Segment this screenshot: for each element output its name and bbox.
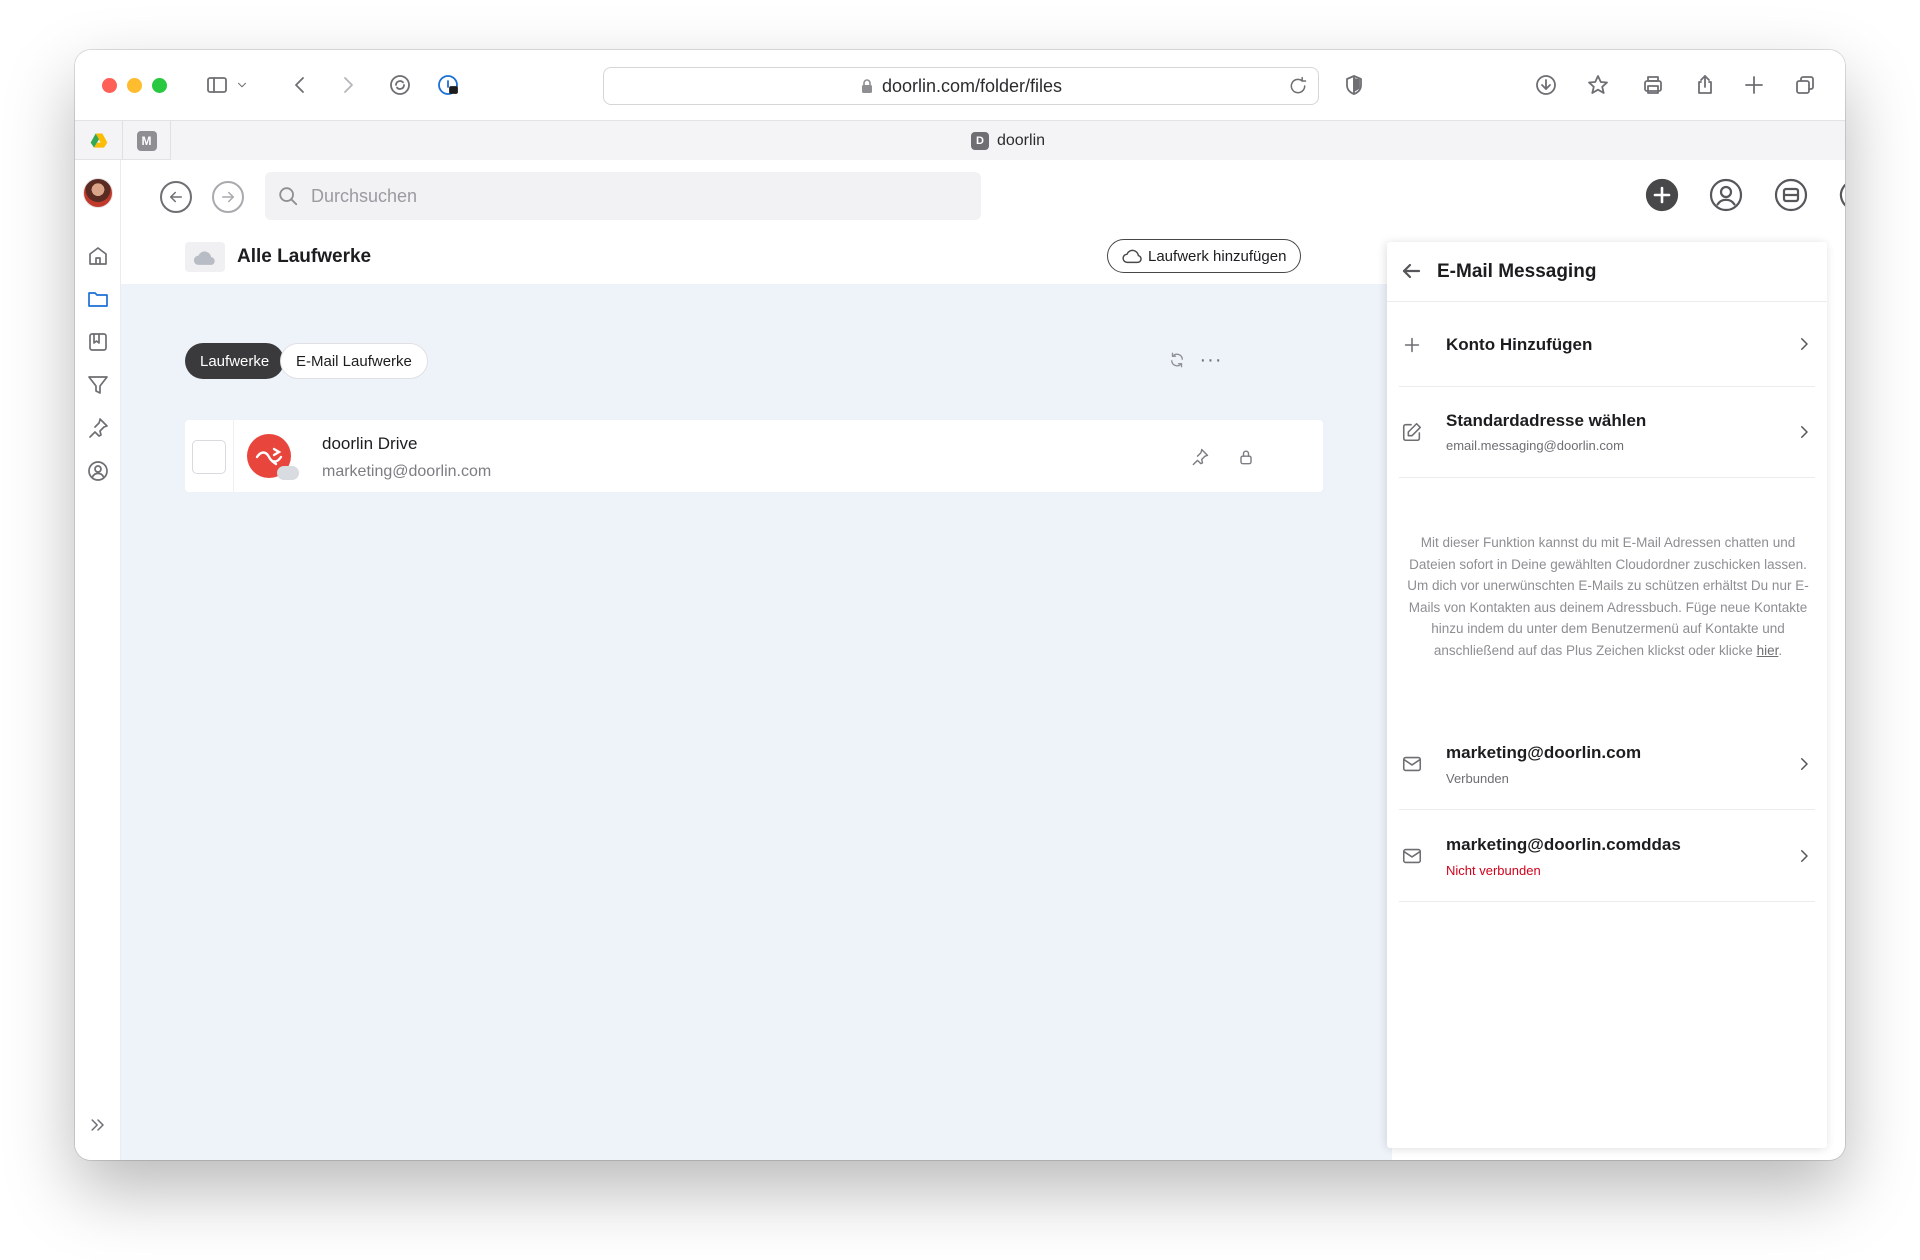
url-text: doorlin.com/folder/files bbox=[881, 75, 1063, 96]
default-address-item[interactable]: Standardadresse wählen email.messaging@d… bbox=[1399, 387, 1815, 478]
reload-icon[interactable] bbox=[1288, 76, 1308, 96]
notebook-icon[interactable] bbox=[84, 328, 112, 356]
avatar[interactable] bbox=[83, 178, 113, 208]
back-arrow-icon[interactable] bbox=[1399, 259, 1425, 285]
chat-icon[interactable] bbox=[1835, 175, 1845, 215]
row-divider bbox=[233, 420, 234, 492]
account-item-disconnected[interactable]: marketing@doorlin.comddas Nicht verbunde… bbox=[1399, 810, 1815, 902]
panel-title: E-Mail Messaging bbox=[1437, 261, 1597, 282]
add-account-label: Konto Hinzufügen bbox=[1446, 335, 1593, 354]
chevron-right-icon bbox=[1795, 423, 1815, 443]
tab-overview-icon[interactable] bbox=[1790, 70, 1820, 100]
nav-back-button[interactable] bbox=[160, 181, 192, 213]
close-window-button[interactable] bbox=[102, 78, 117, 93]
drive-row[interactable]: doorlin Drive marketing@doorlin.com bbox=[185, 420, 1323, 492]
search-bar bbox=[265, 172, 981, 220]
account-email: marketing@doorlin.comddas bbox=[1446, 835, 1681, 854]
account-status: Nicht verbunden bbox=[1446, 863, 1541, 878]
description-end: . bbox=[1778, 642, 1783, 658]
print-icon[interactable] bbox=[1638, 70, 1668, 100]
add-account-item[interactable]: Konto Hinzufügen bbox=[1399, 302, 1815, 387]
left-nav bbox=[75, 160, 121, 1160]
app: Alle Laufwerke Laufwerk hinzufügen Laufw… bbox=[75, 160, 1845, 1160]
mail-icon bbox=[1399, 843, 1425, 869]
tab-favicon: D bbox=[970, 131, 989, 150]
privacy-report-icon[interactable] bbox=[385, 70, 415, 100]
back-arrow-icon[interactable] bbox=[285, 70, 315, 100]
chevron-right-icon bbox=[1795, 755, 1815, 775]
account-email: marketing@doorlin.com bbox=[1446, 743, 1642, 762]
google-drive-icon bbox=[90, 133, 107, 148]
forward-arrow-icon[interactable] bbox=[333, 70, 363, 100]
tab-title: doorlin bbox=[996, 131, 1046, 149]
lock-icon[interactable] bbox=[1233, 444, 1259, 470]
add-drive-button[interactable]: Laufwerk hinzufügen bbox=[1107, 239, 1302, 273]
home-icon[interactable] bbox=[84, 242, 112, 270]
account-icon[interactable] bbox=[1706, 175, 1746, 215]
main-content: Alle Laufwerke Laufwerk hinzufügen Laufw… bbox=[121, 230, 1392, 1160]
bookmark-star-icon[interactable] bbox=[1583, 70, 1613, 100]
folder-icon[interactable] bbox=[84, 285, 112, 313]
edit-icon bbox=[1399, 419, 1425, 445]
description-text: Mit dieser Funktion kannst du mit E-Mail… bbox=[1407, 535, 1809, 658]
feature-description: Mit dieser Funktion kannst du mit E-Mail… bbox=[1407, 532, 1809, 661]
account-status: Verbunden bbox=[1446, 771, 1509, 786]
mail-icon bbox=[1399, 751, 1425, 777]
download-icon[interactable] bbox=[1531, 70, 1561, 100]
more-options-icon[interactable]: ··· bbox=[1197, 346, 1225, 374]
plus-icon bbox=[1399, 332, 1425, 358]
default-address-value: email.messaging@doorlin.com bbox=[1446, 438, 1624, 453]
pinned-tab-drive[interactable] bbox=[75, 121, 123, 160]
share-icon[interactable] bbox=[1690, 70, 1720, 100]
pinned-tab-m-favicon: M bbox=[136, 130, 157, 151]
cloud-icon bbox=[185, 242, 225, 272]
pin-icon[interactable] bbox=[84, 414, 112, 442]
cloud-badge-icon bbox=[277, 466, 299, 480]
tab-laufwerke[interactable]: Laufwerke bbox=[185, 343, 285, 379]
filter-icon[interactable] bbox=[84, 371, 112, 399]
panel-header: E-Mail Messaging bbox=[1387, 242, 1827, 302]
shield-icon[interactable] bbox=[1339, 70, 1369, 100]
browser-toolbar: doorlin.com/folder/files bbox=[75, 50, 1845, 120]
sidebar-toggle-icon[interactable] bbox=[202, 70, 232, 100]
user-circle-icon[interactable] bbox=[84, 457, 112, 485]
search-icon bbox=[279, 187, 298, 206]
add-icon[interactable] bbox=[1642, 175, 1682, 215]
app-topbar bbox=[121, 160, 1845, 230]
tab-email-laufwerke[interactable]: E-Mail Laufwerke bbox=[280, 343, 428, 379]
email-messaging-panel: E-Mail Messaging Konto Hinzufügen Standa… bbox=[1387, 242, 1827, 1148]
address-bar[interactable]: doorlin.com/folder/files bbox=[603, 67, 1319, 105]
refresh-icon[interactable] bbox=[1163, 346, 1191, 374]
maximize-window-button[interactable] bbox=[152, 78, 167, 93]
tab-bar: M D doorlin bbox=[75, 120, 1845, 160]
chevron-right-icon bbox=[1795, 847, 1815, 867]
chevron-right-icon bbox=[1795, 335, 1815, 355]
search-input[interactable] bbox=[311, 185, 951, 207]
drive-name: doorlin Drive bbox=[322, 434, 418, 453]
main-header: Alle Laufwerke Laufwerk hinzufügen bbox=[121, 230, 1392, 284]
chevron-down-icon[interactable] bbox=[232, 70, 252, 100]
tab-doorlin[interactable]: D doorlin bbox=[171, 121, 1845, 160]
drive-checkbox[interactable] bbox=[192, 440, 226, 474]
new-tab-icon[interactable] bbox=[1739, 70, 1769, 100]
default-address-label: Standardadresse wählen bbox=[1446, 411, 1647, 430]
expand-sidebar-icon[interactable] bbox=[88, 1115, 108, 1135]
lock-icon bbox=[861, 79, 872, 93]
inbox-icon[interactable] bbox=[1771, 175, 1811, 215]
add-drive-label: Laufwerk hinzufügen bbox=[1148, 247, 1287, 265]
drive-account: marketing@doorlin.com bbox=[322, 463, 492, 480]
account-item-connected[interactable]: marketing@doorlin.com Verbunden bbox=[1399, 718, 1815, 810]
pinned-tab-m[interactable]: M bbox=[123, 121, 171, 160]
page-title: Alle Laufwerke bbox=[237, 246, 372, 267]
nav-forward-button[interactable] bbox=[212, 181, 244, 213]
pin-icon[interactable] bbox=[1187, 444, 1213, 470]
password-manager-icon[interactable] bbox=[433, 70, 463, 100]
browser-window: doorlin.com/folder/files M D doorlin Dur… bbox=[75, 50, 1845, 1160]
description-link[interactable]: hier bbox=[1757, 643, 1779, 658]
cloud-plus-icon bbox=[1122, 249, 1142, 264]
minimize-window-button[interactable] bbox=[127, 78, 142, 93]
